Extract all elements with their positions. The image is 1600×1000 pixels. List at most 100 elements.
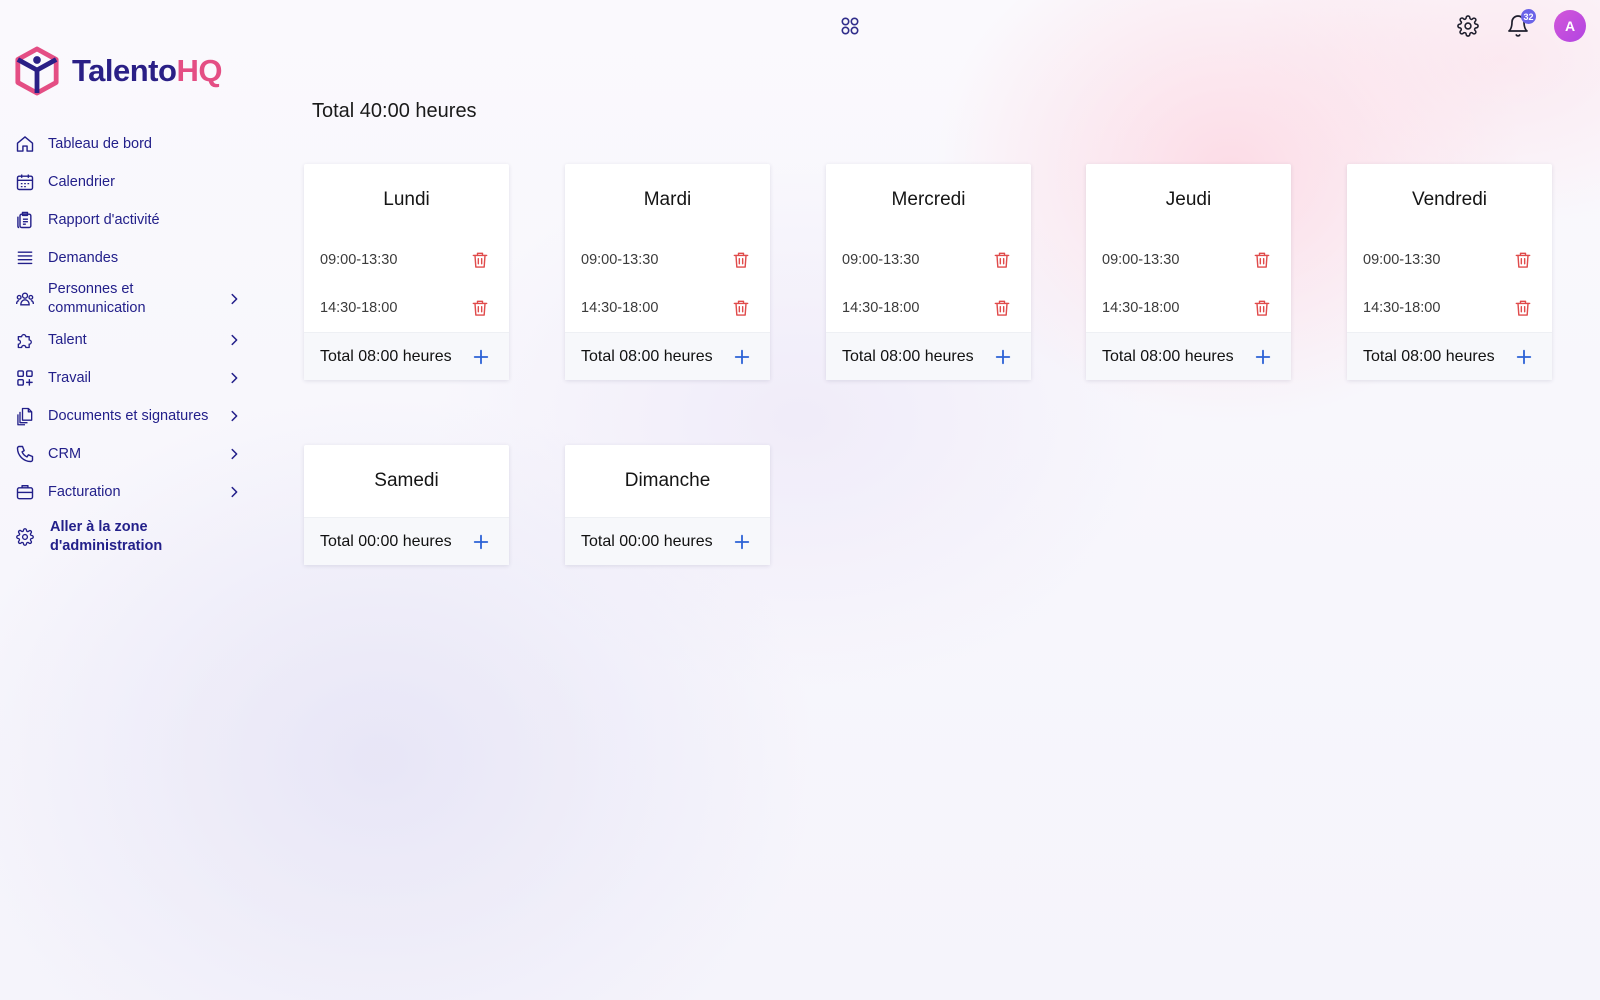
chevron-right-icon	[226, 446, 242, 462]
calendar-icon	[14, 171, 36, 193]
trash-icon[interactable]	[1512, 249, 1534, 271]
time-slot: 14:30-18:00	[1347, 284, 1552, 332]
time-slot: 09:00-13:30	[1347, 236, 1552, 284]
sidebar-item-tableau-de-bord[interactable]: Tableau de bord	[14, 125, 242, 163]
sidebar-item-documents-et-signatures[interactable]: Documents et signatures	[14, 397, 242, 435]
sidebar-item-label: Travail	[48, 369, 91, 386]
sidebar-item-facturation[interactable]: Facturation	[14, 473, 242, 511]
sidebar-item-personnes-et-communication[interactable]: Personnes et communication	[14, 277, 242, 321]
gear-icon	[14, 526, 36, 548]
sidebar-item-crm[interactable]: CRM	[14, 435, 242, 473]
topbar-actions: 32 A	[1454, 9, 1586, 43]
day-title: Mardi	[643, 189, 692, 210]
plus-icon[interactable]	[1514, 347, 1534, 367]
sidebar-item-label: Calendrier	[48, 173, 115, 190]
trash-icon[interactable]	[991, 249, 1013, 271]
settings-button[interactable]	[1454, 9, 1482, 43]
time-slot: 09:00-13:30	[565, 236, 770, 284]
sidebar-item-label: Aller à la zone d'administration	[50, 519, 163, 554]
plus-icon[interactable]	[732, 347, 752, 367]
trash-icon[interactable]	[469, 249, 491, 271]
gear-icon	[1457, 15, 1479, 37]
sidebar-item-rapport-activite[interactable]: Rapport d'activité	[14, 201, 242, 239]
sidebar-item-label: Personnes et communication	[48, 281, 146, 316]
time-slot: 14:30-18:00	[826, 284, 1031, 332]
sidebar-item-label: Tableau de bord	[48, 135, 152, 152]
day-card-lundi: Lundi 09:00-13:30 14:30-18:00 Total 08:0…	[304, 164, 509, 380]
day-card-vendredi: Vendredi 09:00-13:30 14:30-18:00 Total 0…	[1347, 164, 1552, 380]
day-total: Total 08:00 heures	[1102, 347, 1234, 365]
plus-icon[interactable]	[732, 532, 752, 552]
time-slot-label: 14:30-18:00	[1363, 300, 1441, 316]
day-total-row: Total 08:00 heures	[304, 332, 509, 380]
day-total-row: Total 00:00 heures	[565, 517, 770, 565]
sidebar-item-label: Documents et signatures	[48, 407, 209, 424]
time-slot-label: 09:00-13:30	[320, 252, 398, 268]
day-title: Dimanche	[624, 470, 711, 491]
time-slot: 09:00-13:30	[826, 236, 1031, 284]
day-title: Vendredi	[1411, 189, 1487, 210]
time-slot-label: 14:30-18:00	[320, 300, 398, 316]
day-title: Mercredi	[891, 189, 966, 210]
day-total: Total 08:00 heures	[1363, 347, 1495, 365]
plus-icon[interactable]	[993, 347, 1013, 367]
day-total-row: Total 08:00 heures	[1347, 332, 1552, 380]
trash-icon[interactable]	[1512, 297, 1534, 319]
day-total-row: Total 08:00 heures	[1086, 332, 1291, 380]
day-card-dimanche: Dimanche Total 00:00 heures	[565, 445, 770, 565]
notifications-button[interactable]: 32	[1504, 9, 1536, 43]
chevron-right-icon	[226, 408, 242, 424]
time-slot-label: 09:00-13:30	[842, 252, 920, 268]
sidebar-item-travail[interactable]: Travail	[14, 359, 242, 397]
day-title: Samedi	[374, 470, 439, 491]
sidebar-nav: Tableau de bord Calendrier Rapport d'act…	[14, 125, 242, 559]
time-slot-label: 14:30-18:00	[842, 300, 920, 316]
sidebar-item-label: Talent	[48, 331, 87, 348]
time-slot-label: 09:00-13:30	[1363, 252, 1441, 268]
sidebar-item-label: Facturation	[48, 483, 121, 500]
time-slot-label: 14:30-18:00	[1102, 300, 1180, 316]
time-slot: 09:00-13:30	[1086, 236, 1291, 284]
plus-icon[interactable]	[471, 347, 491, 367]
logo-wordmark: TalentoHQ	[72, 53, 222, 88]
day-title: Jeudi	[1165, 189, 1212, 210]
day-card-samedi: Samedi Total 00:00 heures	[304, 445, 509, 565]
time-slot-label: 09:00-13:30	[1102, 252, 1180, 268]
apps-grid-icon[interactable]	[840, 16, 860, 36]
chevron-right-icon	[226, 370, 242, 386]
app-logo[interactable]: TalentoHQ	[14, 46, 222, 96]
sidebar-item-admin-zone[interactable]: Aller à la zone d'administration	[14, 515, 242, 559]
user-avatar[interactable]: A	[1554, 10, 1586, 42]
sidebar-item-calendrier[interactable]: Calendrier	[14, 163, 242, 201]
grid-plus-icon	[14, 367, 36, 389]
time-slot: 09:00-13:30	[304, 236, 509, 284]
chevron-right-icon	[226, 332, 242, 348]
stack-icon	[14, 247, 36, 269]
chevron-right-icon	[226, 484, 242, 500]
cube-logo-icon	[15, 46, 59, 96]
trash-icon[interactable]	[730, 249, 752, 271]
sidebar-item-talent[interactable]: Talent	[14, 321, 242, 359]
trash-icon[interactable]	[991, 297, 1013, 319]
plus-icon[interactable]	[1253, 347, 1273, 367]
day-total: Total 08:00 heures	[320, 347, 452, 365]
day-total: Total 08:00 heures	[581, 347, 713, 365]
notification-count-badge: 32	[1521, 9, 1536, 24]
sidebar-item-demandes[interactable]: Demandes	[14, 239, 242, 277]
trash-icon[interactable]	[469, 297, 491, 319]
day-card-mercredi: Mercredi 09:00-13:30 14:30-18:00 Total 0…	[826, 164, 1031, 380]
sidebar-item-label: Rapport d'activité	[48, 211, 160, 228]
time-slot: 14:30-18:00	[565, 284, 770, 332]
sidebar-item-label: Demandes	[48, 249, 119, 266]
day-total: Total 08:00 heures	[842, 347, 974, 365]
trash-icon[interactable]	[1251, 297, 1273, 319]
sidebar-item-label: CRM	[48, 445, 82, 462]
day-title: Lundi	[383, 189, 430, 210]
puzzle-icon	[14, 329, 36, 351]
plus-icon[interactable]	[471, 532, 491, 552]
trash-icon[interactable]	[1251, 249, 1273, 271]
home-icon	[14, 133, 36, 155]
day-card-mardi: Mardi 09:00-13:30 14:30-18:00 Total 08:0…	[565, 164, 770, 380]
time-slot: 14:30-18:00	[304, 284, 509, 332]
trash-icon[interactable]	[730, 297, 752, 319]
